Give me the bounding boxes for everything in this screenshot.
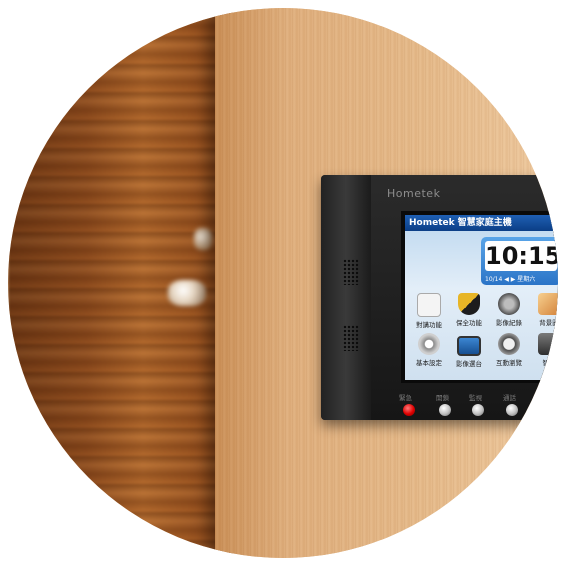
app-video-record[interactable]: 影像紀錄 <box>491 293 527 327</box>
device-brand: Hometek <box>387 187 441 200</box>
intercom-device: Hometek Hometek 智慧家庭主機 10:15 10/14 ◀ ▶ 星… <box>321 175 558 420</box>
app-settings[interactable]: 基本設定 <box>411 333 447 367</box>
clock-widget: 10:15 10/14 ◀ ▶ 星期六 <box>481 237 558 285</box>
monitor-icon <box>457 336 481 356</box>
speaker-grill-top <box>343 259 359 285</box>
clock-date: 10/14 ◀ ▶ 星期六 <box>485 276 536 283</box>
door-handle <box>168 280 206 306</box>
browser-icon <box>498 333 520 355</box>
key-label-emergency: 緊急 <box>399 394 412 402</box>
app-smart[interactable]: 智慧 <box>531 333 558 367</box>
screen-title: Hometek 智慧家庭主機 <box>405 215 558 231</box>
speaker <box>321 175 371 420</box>
phone-icon <box>417 293 441 317</box>
image-icon <box>538 293 558 315</box>
key-label-message: 留言 <box>535 394 548 402</box>
key-label-monitor: 監視 <box>469 394 482 402</box>
app-background[interactable]: 背景圖 <box>531 293 558 327</box>
speaker-grill-bottom <box>343 325 359 351</box>
app-video-channel[interactable]: 影像選台 <box>451 333 487 368</box>
clock-time: 10:15 <box>485 241 558 271</box>
emergency-button[interactable] <box>403 404 415 416</box>
touch-screen[interactable]: Hometek 智慧家庭主機 10:15 10/14 ◀ ▶ 星期六 對講功能 … <box>405 215 558 380</box>
app-security[interactable]: 保全功能 <box>451 293 487 327</box>
key-label-talk: 通話 <box>503 394 516 402</box>
camera-icon <box>498 293 520 315</box>
gear-icon <box>418 333 440 355</box>
unlock-button[interactable] <box>439 404 451 416</box>
shield-icon <box>458 293 480 315</box>
monitor-button[interactable] <box>472 404 484 416</box>
app-browser[interactable]: 互動瀏覽 <box>491 333 527 367</box>
talk-button[interactable] <box>506 404 518 416</box>
message-button[interactable] <box>538 404 550 416</box>
app-intercom[interactable]: 對講功能 <box>411 293 447 329</box>
scene-frame: Hometek Hometek 智慧家庭主機 10:15 10/14 ◀ ▶ 星… <box>8 8 558 558</box>
key-label-unlock: 開鎖 <box>436 394 449 402</box>
door-lock <box>194 228 212 250</box>
chart-icon <box>538 333 558 355</box>
